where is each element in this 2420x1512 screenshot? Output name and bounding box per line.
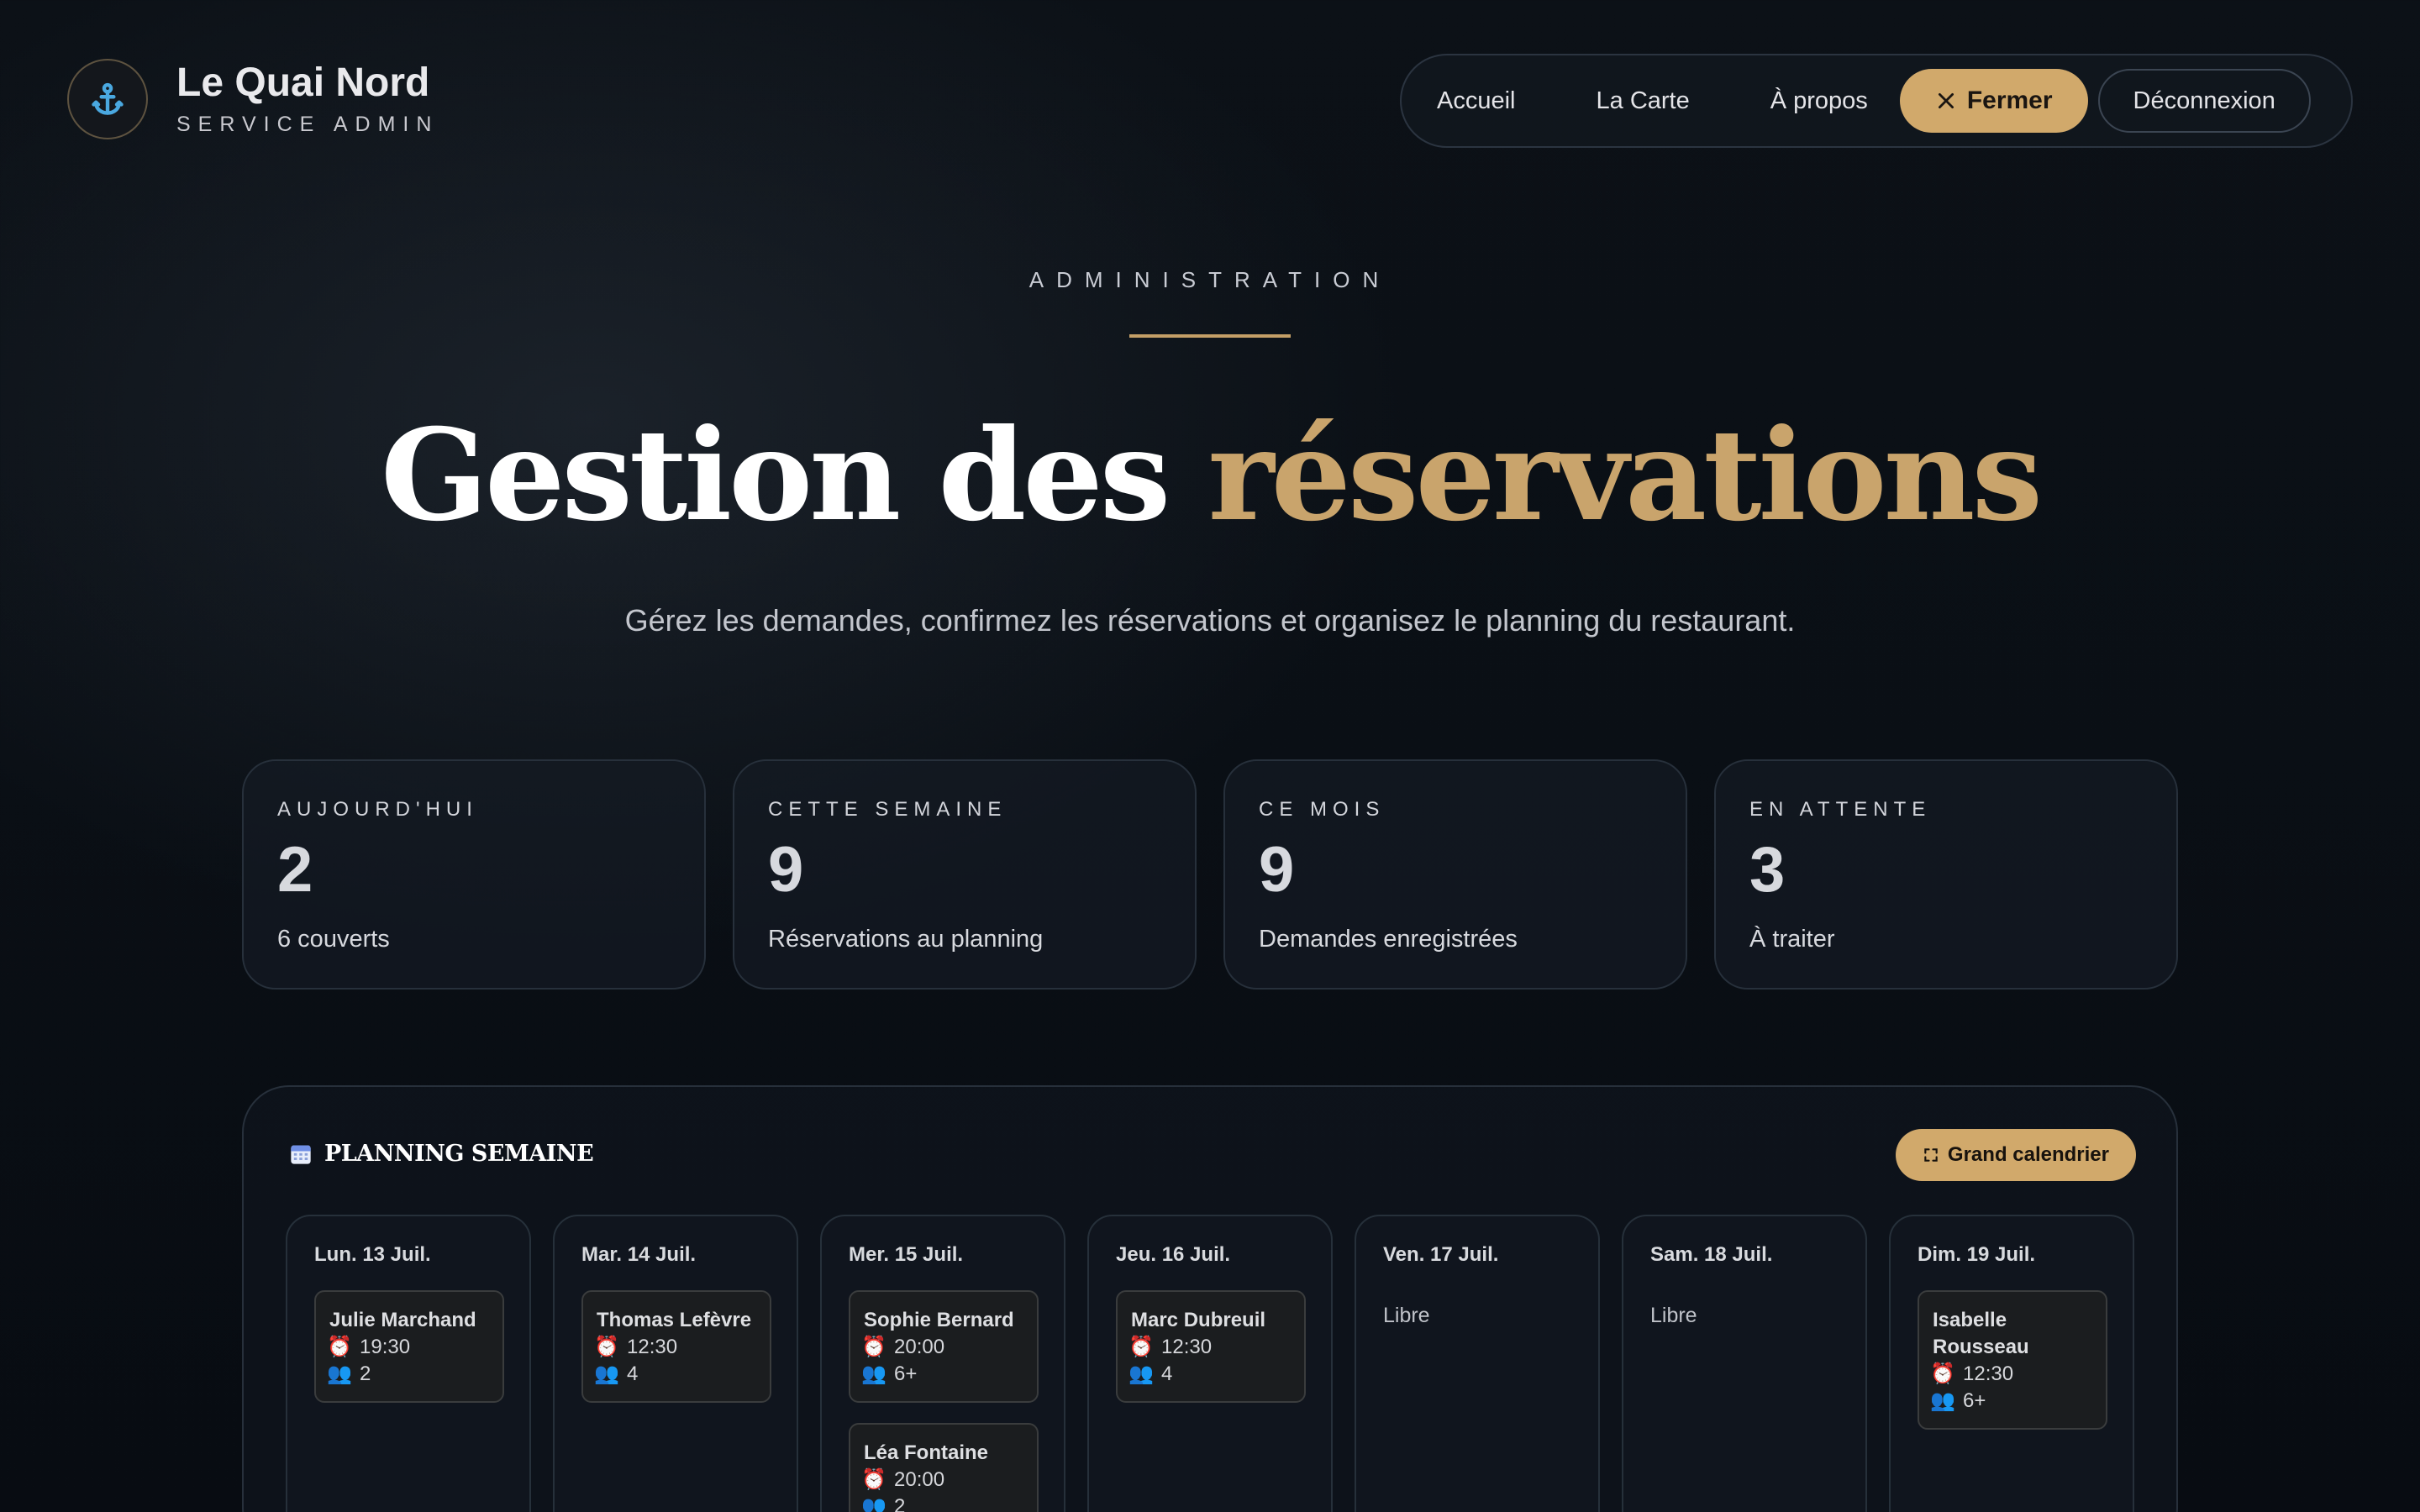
reservation-card[interactable]: Julie Marchand ⏰ 19:30 👥 2 <box>314 1290 504 1403</box>
week-days: Lun. 13 Juil. Julie Marchand ⏰ 19:30 👥 2 M… <box>286 1215 2134 1512</box>
anchor-icon <box>67 59 148 139</box>
alarm-clock-icon: ⏰ <box>1128 1336 1154 1358</box>
close-icon <box>1938 93 1954 108</box>
day-name: Sam. 18 Juil. <box>1650 1243 1773 1266</box>
day-free-label: Libre <box>1383 1304 1430 1327</box>
reservation-name: Julie Marchand <box>329 1309 476 1331</box>
reservation-name: Sophie Bernard <box>864 1309 1014 1331</box>
nav-link-la-carte[interactable]: La Carte <box>1576 87 1710 115</box>
reservation-name: Marc Dubreuil <box>1131 1309 1266 1331</box>
day-column[interactable]: Ven. 17 Juil. Libre <box>1355 1215 1600 1512</box>
guests-icon: 👥 <box>861 1495 886 1512</box>
brand-subtitle: SERVICE ADMIN <box>176 112 439 136</box>
close-button[interactable]: Fermer <box>1899 69 2088 133</box>
reservation-time: 12:30 <box>1161 1336 1213 1358</box>
brand-name: Le Quai Nord <box>176 60 430 106</box>
day-column[interactable]: Mar. 14 Juil. Thomas Lefèvre ⏰ 12:30 👥 4 <box>553 1215 798 1512</box>
main-nav: Accueil La Carte À propos Fermer Déconne… <box>1400 54 2353 148</box>
day-column[interactable]: Lun. 13 Juil. Julie Marchand ⏰ 19:30 👥 2 <box>286 1215 531 1512</box>
reservation-name: Thomas Lefèvre <box>597 1309 752 1331</box>
day-free-label: Libre <box>1650 1304 1697 1327</box>
reservation-guests: 6+ <box>1963 1389 1986 1412</box>
reservation-card[interactable]: Léa Fontaine ⏰ 20:00 👥 2 <box>849 1423 1039 1512</box>
day-column[interactable]: Mer. 15 Juil. Sophie Bernard ⏰ 20:00 👥 6+ … <box>820 1215 1065 1512</box>
stats-row: AUJOURD'HUI 2 6 couverts CETTE SEMAINE 9… <box>242 759 2205 990</box>
stat-card-today: AUJOURD'HUI 2 6 couverts <box>242 759 706 990</box>
logout-button[interactable]: Déconnexion <box>2097 69 2311 133</box>
day-name: Lun. 13 Juil. <box>314 1243 431 1266</box>
calendar-icon <box>291 1145 311 1164</box>
guests-icon: 👥 <box>1930 1389 1955 1412</box>
stat-description: Demandes enregistrées <box>1259 926 1518 953</box>
close-button-label: Fermer <box>1966 87 2053 114</box>
stat-card-pending: EN ATTENTE 3 À traiter <box>1714 759 2178 990</box>
stat-value: 9 <box>768 834 804 906</box>
stat-label: CE MOIS <box>1259 798 1386 821</box>
reservation-time: 12:30 <box>1963 1362 2014 1385</box>
stat-value: 2 <box>277 834 313 906</box>
brand-text: Le Quai Nord SERVICE ADMIN <box>176 60 439 137</box>
reservation-time: 12:30 <box>627 1336 678 1358</box>
page-title-accent: réservations <box>1207 402 2044 549</box>
reservation-guests: 2 <box>894 1495 906 1512</box>
alarm-clock-icon: ⏰ <box>861 1468 886 1491</box>
reservation-card[interactable]: Isabelle Rousseau ⏰ 12:30 👥 6+ <box>1918 1290 2107 1430</box>
reservation-guests: 6+ <box>894 1362 918 1385</box>
day-name: Mer. 15 Juil. <box>849 1243 964 1266</box>
page-kicker: ADMINISTRATION <box>1028 267 1392 292</box>
reservation-card[interactable]: Marc Dubreuil ⏰ 12:30 👥 4 <box>1116 1290 1306 1403</box>
big-calendar-button[interactable]: Grand calendrier <box>1895 1129 2136 1181</box>
alarm-clock-icon: ⏰ <box>594 1336 619 1358</box>
reservation-card[interactable]: Sophie Bernard ⏰ 20:00 👥 6+ <box>849 1290 1039 1403</box>
guests-icon: 👥 <box>861 1362 886 1385</box>
stat-label: EN ATTENTE <box>1749 798 1932 821</box>
stat-card-month: CE MOIS 9 Demandes enregistrées <box>1223 759 1687 990</box>
alarm-clock-icon: ⏰ <box>327 1336 352 1358</box>
day-name: Mar. 14 Juil. <box>581 1243 697 1266</box>
planning-title-text: PLANNING SEMAINE <box>324 1141 594 1167</box>
page-title-main: Gestion des <box>380 402 1208 549</box>
stat-description: 6 couverts <box>277 926 390 953</box>
planning-panel: PLANNING SEMAINE Grand calendrier Lun. 1… <box>242 1085 2178 1512</box>
stat-label: AUJOURD'HUI <box>277 798 478 821</box>
nav-link-a-propos[interactable]: À propos <box>1750 87 1888 115</box>
day-name: Dim. 19 Juil. <box>1918 1243 2036 1266</box>
day-column[interactable]: Jeu. 16 Juil. Marc Dubreuil ⏰ 12:30 👥 4 <box>1087 1215 1333 1512</box>
kicker-divider <box>1129 334 1291 338</box>
reservation-time: 20:00 <box>894 1468 945 1491</box>
planning-title: PLANNING SEMAINE <box>289 1141 594 1167</box>
reservation-time: 19:30 <box>360 1336 411 1358</box>
day-name: Jeu. 16 Juil. <box>1116 1243 1231 1266</box>
alarm-clock-icon: ⏰ <box>1930 1362 1955 1385</box>
fullscreen-icon <box>1924 1148 1938 1162</box>
big-calendar-label: Grand calendrier <box>1947 1143 2109 1166</box>
guests-icon: 👥 <box>1128 1362 1154 1385</box>
stat-value: 9 <box>1259 834 1295 906</box>
reservation-guests: 4 <box>1161 1362 1173 1385</box>
reservation-guests: 4 <box>627 1362 639 1385</box>
stat-label: CETTE SEMAINE <box>768 798 1007 821</box>
day-column[interactable]: Dim. 19 Juil. Isabelle Rousseau ⏰ 12:30 👥… <box>1889 1215 2134 1512</box>
day-name: Ven. 17 Juil. <box>1383 1243 1499 1266</box>
reservation-name: Isabelle Rousseau <box>1933 1309 2029 1358</box>
stat-description: Réservations au planning <box>768 926 1044 953</box>
reservation-name: Léa Fontaine <box>864 1441 989 1464</box>
page-subtitle: Gérez les demandes, confirmez les réserv… <box>624 603 1796 638</box>
day-column[interactable]: Sam. 18 Juil. Libre <box>1622 1215 1867 1512</box>
guests-icon: 👥 <box>594 1362 619 1385</box>
nav-link-accueil[interactable]: Accueil <box>1417 87 1536 115</box>
reservation-card[interactable]: Thomas Lefèvre ⏰ 12:30 👥 4 <box>581 1290 771 1403</box>
stat-description: À traiter <box>1749 926 1835 953</box>
guests-icon: 👥 <box>327 1362 352 1385</box>
stat-card-week: CETTE SEMAINE 9 Réservations au planning <box>733 759 1197 990</box>
reservation-guests: 2 <box>360 1362 371 1385</box>
page-title: Gestion des réservations <box>0 402 2420 549</box>
stat-value: 3 <box>1749 834 1786 906</box>
reservation-time: 20:00 <box>894 1336 945 1358</box>
alarm-clock-icon: ⏰ <box>861 1336 886 1358</box>
brand[interactable]: Le Quai Nord SERVICE ADMIN <box>67 59 439 139</box>
